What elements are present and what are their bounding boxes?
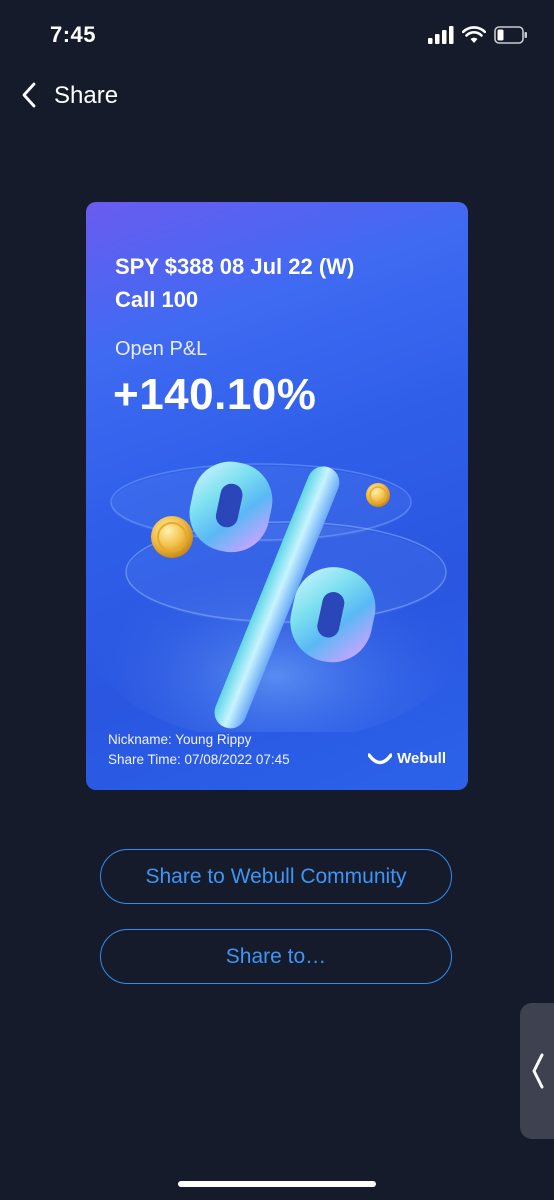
status-bar: 7:45 [0,0,554,70]
webull-logo: Webull [368,750,446,767]
share-to-button[interactable]: Share to… [100,929,452,984]
percent-illustration [86,461,466,732]
share-card: SPY $388 08 Jul 22 (W) Call 100 Open P&L… [86,202,468,790]
side-panel-handle[interactable] [520,1003,554,1139]
share-screen: 7:45 Share SPY $388 08 Jul 22 (W) Call 1… [0,0,554,1200]
home-indicator[interactable] [178,1181,376,1187]
share-to-community-button[interactable]: Share to Webull Community [100,849,452,904]
webull-logo-icon [368,752,393,764]
pl-label: Open P&L [115,338,208,360]
back-button[interactable] [14,80,44,110]
status-icons [428,24,528,46]
page-title: Share [54,82,119,109]
option-contract: SPY $388 08 Jul 22 (W) [115,254,355,279]
chevron-left-icon [532,1053,544,1089]
card-footer: Nickname: Young Rippy Share Time: 07/08/… [108,730,290,770]
option-title: SPY $388 08 Jul 22 (W) Call 100 [115,250,445,316]
wifi-icon [462,26,486,43]
signal-icon [428,26,454,44]
brand-text: Webull [397,750,446,767]
share-time-text: Share Time: 07/08/2022 07:45 [108,752,290,767]
status-time: 7:45 [50,22,97,47]
option-quantity: Call 100 [115,287,199,312]
chevron-left-icon [22,82,36,108]
nav-bar: Share [0,72,554,120]
battery-icon [494,26,527,44]
nickname-text: Nickname: Young Rippy [108,732,252,747]
pl-value: +140.10% [113,370,317,419]
